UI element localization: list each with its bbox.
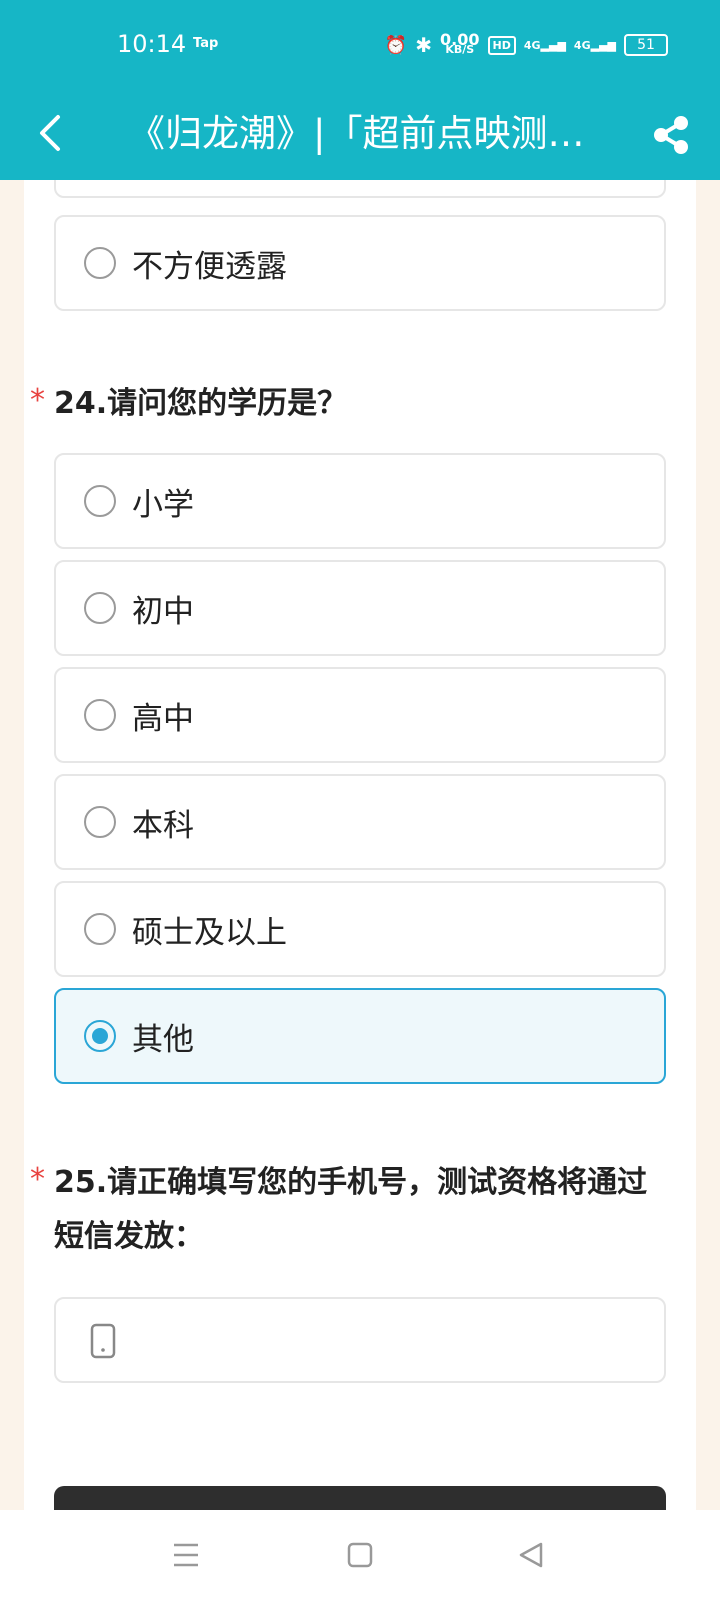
survey-form: 不方便透露 * 24.请问您的学历是？ 小学 初中 高中 本科 硕士及以上 其他… <box>24 180 696 1510</box>
required-mark: * <box>30 383 45 418</box>
system-navigation-bar <box>0 1510 720 1600</box>
menu-button[interactable] <box>161 1532 211 1578</box>
option-label: 高中 <box>132 700 194 737</box>
share-icon <box>653 116 688 154</box>
option-label: 初中 <box>132 593 194 630</box>
option-label: 硕士及以上 <box>132 914 287 951</box>
hd-voice-icon: HD <box>487 35 516 55</box>
question-title: 24.请问您的学历是？ <box>54 386 348 421</box>
option-master-and-above[interactable]: 硕士及以上 <box>54 881 666 977</box>
option-label: 本科 <box>132 807 194 844</box>
navigation-bar: 《归龙潮》|「超前点映测试」招募问卷 <box>0 90 720 180</box>
option-label: 其他 <box>132 1021 194 1058</box>
app-header: 10:14 Tap ⏰ ✱ 0.00 KB/S HD 4G▂▄▆ 4G▂▄▆ 5… <box>0 0 720 180</box>
menu-icon <box>174 1543 198 1567</box>
question-title: 25.请正确填写您的手机号，测试资格将通过短信发放： <box>54 1165 648 1254</box>
option-high-school[interactable]: 高中 <box>54 667 666 763</box>
option-bachelor[interactable]: 本科 <box>54 774 666 870</box>
radio-icon <box>84 913 116 945</box>
required-mark: * <box>30 1162 45 1197</box>
signal-icon-2: 4G▂▄▆ <box>573 38 616 52</box>
triangle-back-icon <box>519 1542 543 1568</box>
option-label: 不方便透露 <box>132 248 287 285</box>
battery-icon: 51 <box>624 34 668 56</box>
option-other[interactable]: 其他 <box>54 988 666 1084</box>
alarm-icon: ⏰ <box>384 34 408 56</box>
share-button[interactable] <box>648 105 693 165</box>
radio-icon <box>84 592 116 624</box>
back-nav-button[interactable] <box>506 1532 556 1578</box>
submit-button[interactable] <box>54 1486 666 1510</box>
radio-icon <box>84 247 116 279</box>
option-middle-school[interactable]: 初中 <box>54 560 666 656</box>
phone-number-field[interactable] <box>54 1297 666 1383</box>
back-button[interactable] <box>30 108 70 158</box>
phone-number-input[interactable] <box>136 1317 636 1365</box>
radio-icon <box>84 699 116 731</box>
app-notification-badge: Tap <box>193 36 219 51</box>
home-button[interactable] <box>335 1532 385 1578</box>
previous-option-remnant[interactable] <box>54 180 666 198</box>
signal-icon-1: 4G▂▄▆ <box>523 38 566 52</box>
status-bar: 10:14 Tap ⏰ ✱ 0.00 KB/S HD 4G▂▄▆ 4G▂▄▆ 5… <box>0 0 720 90</box>
option-primary-school[interactable]: 小学 <box>54 453 666 549</box>
radio-icon <box>84 485 116 517</box>
radio-selected-icon <box>84 1020 116 1052</box>
chevron-left-icon <box>40 115 60 151</box>
bluetooth-icon: ✱ <box>415 33 433 57</box>
mobile-phone-icon <box>90 1323 116 1359</box>
option-not-disclosed[interactable]: 不方便透露 <box>54 215 666 311</box>
option-label: 小学 <box>132 486 194 523</box>
network-speed: 0.00 KB/S <box>440 30 480 56</box>
status-time: 10:14 <box>117 30 187 58</box>
status-icons: ⏰ ✱ 0.00 KB/S HD 4G▂▄▆ 4G▂▄▆ 51 <box>385 28 668 62</box>
page-title: 《归龙潮》|「超前点映测试」招募问卷 <box>128 112 608 155</box>
radio-icon <box>84 806 116 838</box>
square-icon <box>347 1542 373 1568</box>
